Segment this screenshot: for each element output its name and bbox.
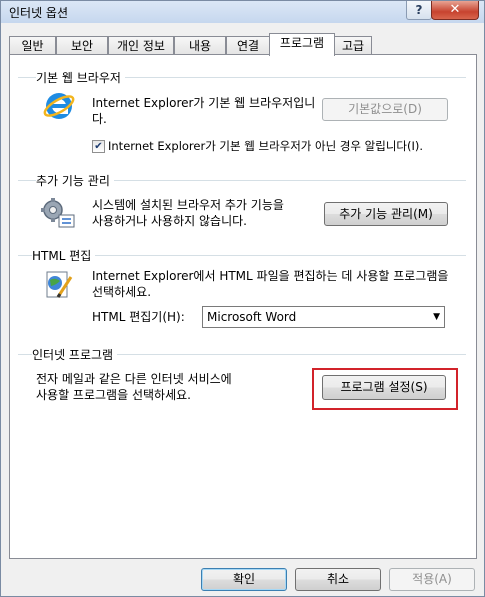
- html-editor-label: HTML 편집기(H):: [92, 310, 185, 324]
- window-title: 인터넷 옵션: [9, 6, 69, 20]
- tab-programs[interactable]: 프로그램: [269, 33, 335, 56]
- set-programs-button[interactable]: 프로그램 설정(S): [322, 375, 446, 400]
- tab-privacy[interactable]: 개인 정보: [108, 36, 174, 55]
- tab-connections[interactable]: 연결: [226, 36, 270, 55]
- internet-options-dialog: 인터넷 옵션 ? ✕ 일반 보안 개인 정보 내용 연결 프로그램 고급 기본 …: [0, 0, 485, 597]
- ok-button[interactable]: 확인: [201, 568, 287, 591]
- chevron-down-icon: ▼: [433, 312, 440, 322]
- help-button[interactable]: ?: [406, 1, 432, 20]
- internet-programs-description-line1: 전자 메일과 같은 다른 인터넷 서비스에: [36, 372, 232, 386]
- internet-programs-heading: 인터넷 프로그램: [32, 346, 118, 363]
- cancel-button[interactable]: 취소: [295, 568, 381, 591]
- tab-security[interactable]: 보안: [56, 36, 108, 55]
- notify-default-checkbox[interactable]: ✔: [92, 140, 105, 153]
- html-edit-icon: [46, 271, 73, 298]
- close-button[interactable]: ✕: [431, 1, 479, 20]
- title-bar: 인터넷 옵션 ? ✕: [1, 1, 484, 23]
- internet-explorer-icon: [43, 93, 75, 119]
- notify-default-label: Internet Explorer가 기본 웹 브라우저가 아닌 경우 알립니다…: [108, 139, 424, 153]
- tab-advanced[interactable]: 고급: [334, 36, 372, 55]
- default-browser-description: Internet Explorer가 기본 웹 브라우저입니다.: [92, 96, 316, 126]
- addons-gear-icon: [41, 198, 75, 228]
- tab-general[interactable]: 일반: [9, 36, 56, 55]
- addons-description-line2: 사용하거나 사용하지 않습니다.: [92, 214, 247, 228]
- html-editor-value: Microsoft Word: [207, 310, 297, 324]
- html-editing-description-line1: Internet Explorer에서 HTML 파일을 편집하는 데 사용할 …: [92, 269, 449, 283]
- apply-button[interactable]: 적용(A): [389, 568, 475, 591]
- html-editing-heading: HTML 편집: [32, 247, 96, 264]
- internet-programs-description-line2: 사용할 프로그램을 선택하세요.: [36, 388, 191, 402]
- programs-panel: 기본 웹 브라우저 Internet Explorer가 기본 웹 브라우저입니…: [9, 54, 477, 559]
- addons-heading: 추가 기능 관리: [36, 172, 114, 189]
- make-default-button[interactable]: 기본값으로(D): [322, 98, 448, 121]
- html-editing-description-line2: 선택하세요.: [92, 285, 152, 299]
- manage-addons-button[interactable]: 추가 기능 관리(M): [324, 202, 448, 226]
- default-browser-heading: 기본 웹 브라우저: [36, 69, 125, 86]
- addons-description-line1: 시스템에 설치된 브라우저 추가 기능을: [92, 198, 284, 212]
- tab-content[interactable]: 내용: [174, 36, 226, 55]
- html-editor-select[interactable]: Microsoft Word ▼: [202, 306, 445, 328]
